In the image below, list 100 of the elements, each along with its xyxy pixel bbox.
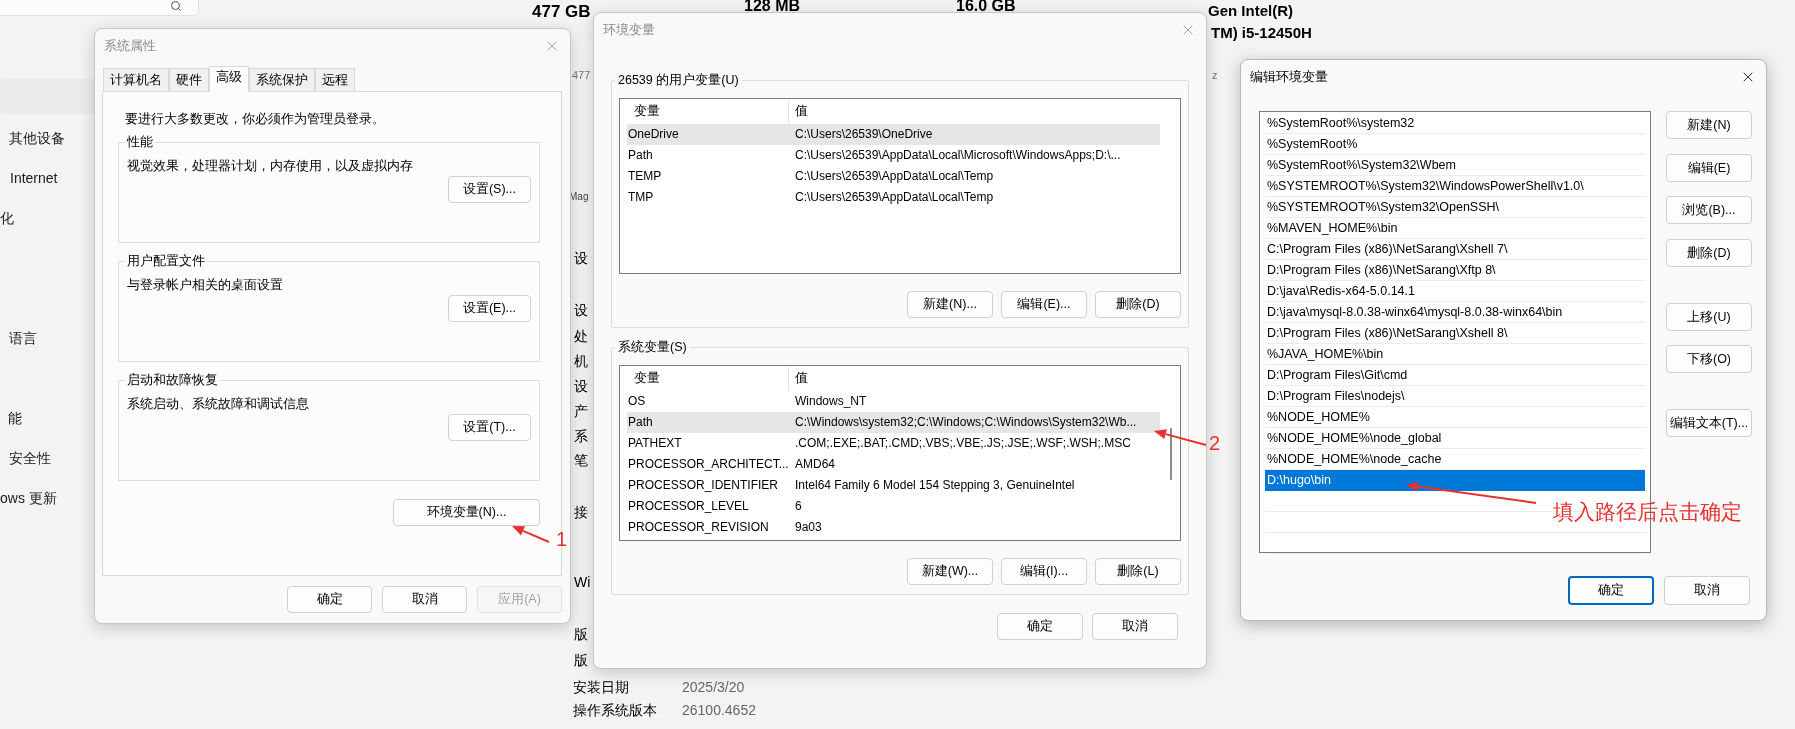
dialog-button[interactable]: 新建(N) [1666,111,1752,139]
variable-value: Intel64 Family 6 Model 154 Stepping 3, GenuineIntel [794,477,1075,495]
dialog-button[interactable]: 环境变量(N)... [393,499,540,526]
path-entry[interactable]: %SystemRoot% [1265,134,1645,155]
annotation-arrow [512,526,550,543]
group-title: 26539 的用户变量(U) [617,72,740,89]
variable-name: TEMP [627,168,663,186]
spec-value: 477 GB [532,2,591,22]
dialog-button[interactable]: 确定 [287,586,372,613]
dialog-button[interactable]: 确定 [997,613,1083,640]
spec-value: TM) i5-12450H [1211,23,1312,43]
path-entry[interactable]: %MAVEN_HOME%\bin [1265,218,1645,239]
window-title: 编辑环境变量 [1250,68,1328,86]
tab[interactable]: 系统保护 [249,68,315,91]
detail-label: 版 [574,651,588,669]
path-entry[interactable]: %SystemRoot%\System32\Wbem [1265,155,1645,176]
detail-label: 设 [574,377,588,395]
tab[interactable]: 高级 [209,66,249,92]
variable-row[interactable]: OneDrive C:\Users\26539\OneDrive [627,123,1160,145]
variable-row[interactable]: TMP C:\Users\26539\AppData\Local\Temp [627,186,1160,208]
path-entry[interactable]: %JAVA_HOME%\bin [1265,344,1645,365]
path-entry[interactable]: D:\Program Files (x86)\NetSarang\Xftp 8\ [1265,260,1645,281]
dialog-button[interactable]: 删除(D) [1095,290,1181,318]
search-icon[interactable] [170,0,182,12]
variable-name: PROCESSOR_LEVEL [627,498,750,516]
variable-value: AMD64 [794,456,835,474]
dialog-button[interactable]: 取消 [1664,576,1750,605]
dialog-button[interactable]: 编辑文本(T)... [1666,409,1752,437]
dialog-button[interactable]: 新建(N)... [907,290,993,318]
variable-row[interactable]: PROCESSOR_LEVEL 6 [627,495,1160,517]
detail-label: 笔 [574,451,588,469]
tab[interactable]: 硬件 [169,68,209,91]
variable-row[interactable]: PROCESSOR_ARCHITECT... AMD64 [627,453,1160,475]
path-entry[interactable]: D:\java\mysql-8.0.38-winx64\mysql-8.0.38-winx64\bin [1265,302,1645,323]
variable-value: 6 [794,498,802,516]
path-entry[interactable]: D:\java\Redis-x64-5.0.14.1 [1265,281,1645,302]
path-entry[interactable]: D:\Program Files\Git\cmd [1265,365,1645,386]
path-entry[interactable]: %NODE_HOME% [1265,407,1645,428]
variable-name: PROCESSOR_REVISION [627,519,770,537]
tab[interactable]: 远程 [315,68,355,91]
dialog-button[interactable]: 新建(W)... [907,557,993,585]
column-header[interactable]: 值 [789,99,1160,124]
variable-value: C:\Users\26539\AppData\Local\Temp [794,189,994,207]
detail-label: 处 [574,327,588,345]
column-header[interactable]: 变量 [627,99,789,124]
detail-label: 系 [574,427,588,445]
tab[interactable]: 计算机名 [103,68,169,91]
group-description: 与登录帐户相关的桌面设置 [127,276,284,294]
sidebar-item[interactable]: ows 更新 [0,489,57,507]
sidebar-item[interactable]: 语言 [9,329,37,347]
variable-value: .COM;.EXE;.BAT;.CMD;.VBS;.VBE;.JS;.JSE;.WSF;.WSH;.MSC [794,435,1131,453]
column-header[interactable]: 值 [789,366,1160,391]
variable-row[interactable]: PROCESSOR_REVISION 9a03 [627,516,1160,538]
variable-value: C:\Users\26539\OneDrive [794,126,933,144]
group-title: 启动和故障恢复 [126,372,219,389]
variable-name: OneDrive [627,126,680,144]
sidebar-item[interactable]: Internet [10,169,58,187]
dialog-button[interactable]: 下移(O) [1666,345,1752,373]
path-entry[interactable]: %NODE_HOME%\node_global [1265,428,1645,449]
path-entry[interactable]: %SYSTEMROOT%\System32\OpenSSH\ [1265,197,1645,218]
sidebar-item[interactable]: 安全性 [9,449,51,467]
dialog-button[interactable]: 删除(L) [1095,557,1181,585]
dialog-button[interactable]: 删除(D) [1666,239,1752,267]
variable-row[interactable]: TEMP C:\Users\26539\AppData\Local\Temp [627,165,1160,187]
sidebar-item[interactable]: 能 [8,409,22,427]
path-entry[interactable]: D:\Program Files\nodejs\ [1265,386,1645,407]
annotation-arrow [1154,429,1207,446]
variable-name: Path [627,147,654,165]
variable-value: Windows_NT [794,393,867,411]
variable-row[interactable]: PATHEXT .COM;.EXE;.BAT;.CMD;.VBS;.VBE;.JS;.JSE;.WSF;.WSH;.MSC [627,432,1160,454]
dialog-button[interactable]: 取消 [1092,613,1178,640]
group-description: 系统启动、系统故障和调试信息 [127,395,310,413]
dialog-button[interactable]: 设置(S)... [448,175,531,203]
sidebar-item[interactable]: 化 [0,209,14,227]
path-entry[interactable]: %SystemRoot%\system32 [1265,113,1645,134]
variable-name: PATHEXT [627,435,683,453]
path-entry[interactable]: D:\hugo\bin [1265,470,1645,491]
dialog-button[interactable]: 编辑(I)... [1001,557,1087,585]
dialog-button[interactable]: 上移(U) [1666,303,1752,331]
dialog-button[interactable]: 取消 [382,586,467,613]
variable-row[interactable]: Path C:\Windows\system32;C:\Windows;C:\Windows\System32\Wb... [627,411,1160,433]
sidebar-item[interactable]: 其他设备 [9,129,65,147]
variable-row[interactable]: Path C:\Users\26539\AppData\Local\Microsoft\WindowsApps;D:\... [627,144,1160,166]
dialog-button[interactable]: 编辑(E)... [1001,290,1087,318]
variable-name: OS [627,393,647,411]
path-entry[interactable]: D:\Program Files (x86)\NetSarang\Xshell 8\ [1265,323,1645,344]
column-header[interactable]: 变量 [627,366,789,391]
detail-label: 477 [572,68,591,83]
dialog-button[interactable]: 确定 [1568,576,1654,605]
path-entry[interactable]: %SYSTEMROOT%\System32\WindowsPowerShell\v1.0\ [1265,176,1645,197]
dialog-button[interactable]: 设置(T)... [448,413,531,441]
dialog-button[interactable]: 设置(E)... [448,294,531,322]
detail-label: 接 [574,503,588,521]
variable-row[interactable]: PROCESSOR_IDENTIFIER Intel64 Family 6 Model 154 Stepping 3, GenuineIntel [627,474,1160,496]
scrollbar-thumb[interactable] [1170,427,1172,480]
detail-value: 2025/3/20 [682,678,745,696]
path-entry[interactable]: C:\Program Files (x86)\NetSarang\Xshell 7\ [1265,239,1645,260]
dialog-button[interactable]: 浏览(B)... [1666,196,1752,224]
dialog-button[interactable]: 编辑(E) [1666,154,1752,182]
variable-row[interactable]: OS Windows_NT [627,390,1160,412]
